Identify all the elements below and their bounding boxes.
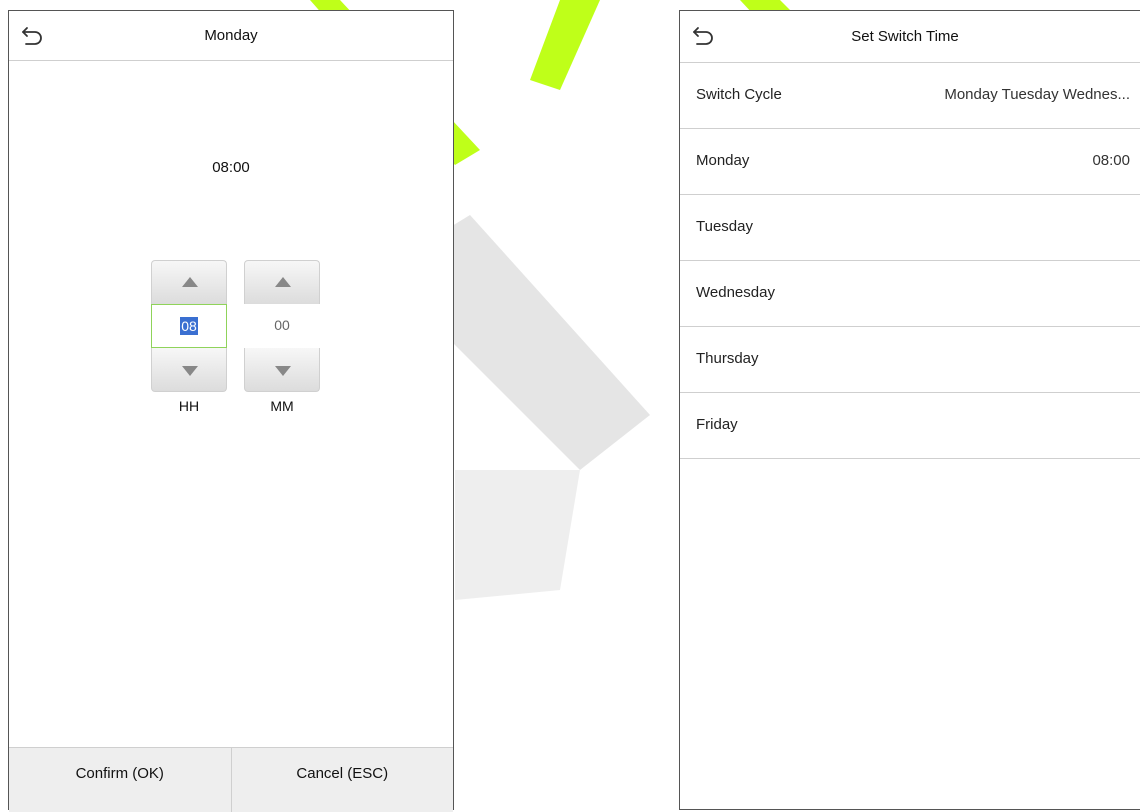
confirm-button[interactable]: Confirm (OK) [9,748,231,812]
back-arrow-icon[interactable] [19,23,45,49]
row-value: 08:00 [1092,152,1130,169]
list-item-switch-cycle[interactable]: Switch Cycle Monday Tuesday Wednes... [680,63,1140,129]
list-item-thursday[interactable]: Thursday [680,327,1140,393]
row-value: Monday Tuesday Wednes... [944,86,1130,103]
minute-input[interactable]: 00 [244,304,320,348]
footer-bar: Confirm (OK) Cancel (ESC) [9,747,453,812]
list-item-wednesday[interactable]: Wednesday [680,261,1140,327]
list-item-tuesday[interactable]: Tuesday [680,195,1140,261]
minute-label: MM [270,398,294,414]
minute-increment-button[interactable] [244,260,320,304]
hour-label: HH [178,398,200,414]
hour-spinner: 08 HH [151,260,227,414]
row-label: Wednesday [696,284,775,301]
page-title: Set Switch Time [851,28,959,45]
row-label: Friday [696,416,738,433]
arrow-down-icon [182,366,198,376]
arrow-down-icon [275,366,291,376]
arrow-up-icon [275,277,291,287]
minute-decrement-button[interactable] [244,348,320,392]
hour-decrement-button[interactable] [151,348,227,392]
row-label: Monday [696,152,750,169]
set-switch-time-screen: Set Switch Time Switch Cycle Monday Tues… [679,10,1140,810]
cancel-button[interactable]: Cancel (ESC) [230,748,454,812]
hour-input[interactable]: 08 [151,304,227,348]
hour-value: 08 [180,317,198,335]
list-item-friday[interactable]: Friday [680,393,1140,459]
page-title: Monday [204,27,258,44]
arrow-up-icon [182,277,198,287]
settings-list: Switch Cycle Monday Tuesday Wednes... Mo… [680,63,1140,459]
time-edit-screen: Monday 08:00 08 HH 00 MM Confirm (OK) Ca… [8,10,454,812]
header-bar: Monday [9,11,453,61]
minute-spinner: 00 MM [244,260,320,414]
list-item-monday[interactable]: Monday 08:00 [680,129,1140,195]
time-display: 08:00 [212,159,250,176]
row-label: Thursday [696,350,759,367]
hour-increment-button[interactable] [151,260,227,304]
minute-value: 00 [274,317,290,333]
row-label: Switch Cycle [696,86,782,103]
header-bar: Set Switch Time [680,11,1140,63]
row-label: Tuesday [696,218,753,235]
back-arrow-icon[interactable] [690,23,716,49]
